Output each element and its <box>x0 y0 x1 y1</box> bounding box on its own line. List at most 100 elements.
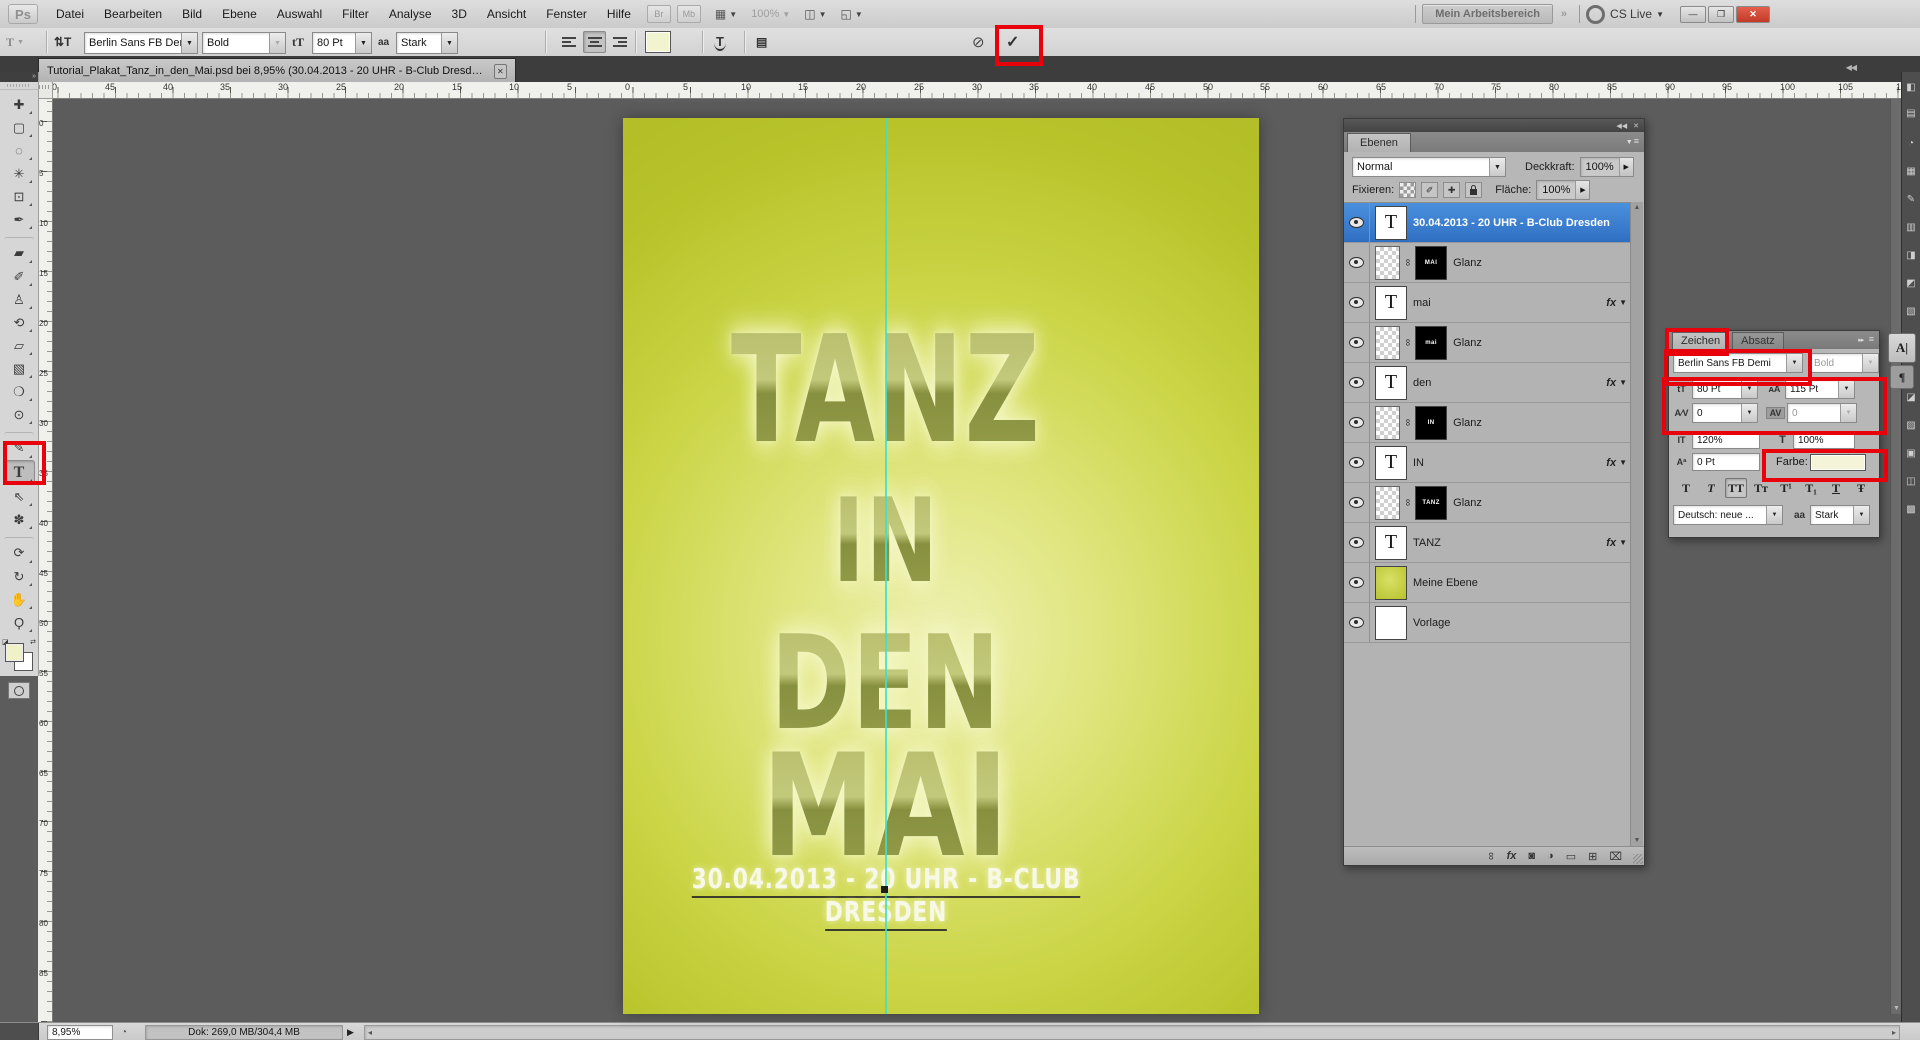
eyedropper-tool[interactable]: ✒ <box>4 208 34 231</box>
quick-mask-button[interactable] <box>8 682 30 699</box>
type-style-button[interactable]: Tᴛ <box>1750 478 1772 498</box>
scroll-left-icon[interactable]: ◂ <box>368 1028 372 1037</box>
tracking-select[interactable]: 0▼ <box>1787 403 1857 423</box>
text-orientation-button[interactable]: ⇅T <box>54 32 71 52</box>
menu-item[interactable]: Hilfe <box>597 3 641 25</box>
layer-name[interactable]: den <box>1413 377 1431 389</box>
rectangular-marquee-tool[interactable]: ▢ <box>4 116 34 139</box>
menu-item[interactable]: Datei <box>46 3 94 25</box>
toolbar-grip[interactable] <box>0 82 38 90</box>
layer-mask-thumbnail[interactable]: TANZ <box>1415 486 1447 520</box>
dodge-tool[interactable]: ⊙ <box>4 403 34 426</box>
layer-name[interactable]: mai <box>1413 297 1431 309</box>
status-zoom-field[interactable]: 8,95% <box>47 1025 113 1040</box>
eraser-tool[interactable]: ▱ <box>4 334 34 357</box>
layer-row[interactable]: T ∞ IN Glanz fx ▼ <box>1344 403 1631 443</box>
fx-expand-icon[interactable]: ▼ <box>1619 298 1627 307</box>
dock-history-icon[interactable]: ◔ <box>1904 136 1918 150</box>
layer-row[interactable]: T ∞ IN fx ▼ <box>1344 443 1631 483</box>
layer-thumbnail[interactable] <box>1375 606 1407 640</box>
dock-panel-icon-7[interactable]: ◪ <box>1904 390 1918 404</box>
ruler-origin-corner[interactable] <box>38 82 53 99</box>
type-style-button[interactable]: Ŧ <box>1850 478 1872 498</box>
type-style-button[interactable]: T <box>1700 478 1722 498</box>
dock-panel-icon-2[interactable]: ▦ <box>1904 164 1918 178</box>
layer-name[interactable]: Glanz <box>1453 337 1482 349</box>
vertical-scale-field[interactable]: 120% <box>1692 431 1760 449</box>
layer-name[interactable]: IN <box>1413 457 1424 469</box>
leading-select[interactable]: 115 Pt▼ <box>1785 379 1855 399</box>
bridge-button[interactable]: Br <box>647 5 671 23</box>
layer-row[interactable]: T ∞ mai Glanz fx ▼ <box>1344 323 1631 363</box>
dock-panel-icon-6[interactable]: ▧ <box>1904 304 1918 318</box>
warp-text-button[interactable]: T <box>714 32 726 52</box>
layer-row[interactable]: T ∞ mai fx ▼ <box>1344 283 1631 323</box>
panel-menu-icon[interactable]: ▼≡ <box>1626 136 1640 146</box>
cs-live-menu[interactable]: CS Live ▼ <box>1586 5 1664 24</box>
layer-visibility-toggle[interactable] <box>1344 443 1370 482</box>
text-anchor-point[interactable] <box>881 886 888 893</box>
char-anti-alias-select[interactable]: Stark▼ <box>1810 505 1870 525</box>
align-left-button[interactable] <box>558 31 581 53</box>
brush-tool[interactable]: ✐ <box>4 265 34 288</box>
pen-tool[interactable]: ✎ <box>4 432 34 460</box>
character-panel-dock-button[interactable]: A| <box>1888 333 1916 363</box>
swap-colors-icon[interactable]: ⇄ <box>30 638 36 646</box>
workspace-overflow-chevrons[interactable]: » <box>1561 8 1565 20</box>
layer-visibility-toggle[interactable] <box>1344 323 1370 362</box>
layer-visibility-toggle[interactable] <box>1344 403 1370 442</box>
vertical-guide[interactable] <box>885 118 887 1014</box>
scroll-down-icon[interactable]: ▼ <box>1893 1005 1900 1012</box>
layer-name[interactable]: Glanz <box>1453 257 1482 269</box>
new-group-icon[interactable]: ▭ <box>1566 850 1576 863</box>
crop-tool[interactable]: ⊡ <box>4 185 34 208</box>
menu-item[interactable]: Ebene <box>212 3 267 25</box>
delete-layer-icon[interactable]: ⌧ <box>1609 850 1622 863</box>
transparency-thumbnail[interactable] <box>1375 246 1400 280</box>
tool-preset-picker[interactable]: T ▼ <box>6 32 24 52</box>
canvas-document[interactable]: TANZ IN DEN MAI 30.04.2013 - 20 UHR - B-… <box>623 118 1259 1014</box>
layer-fx-badge[interactable]: fx <box>1606 457 1616 469</box>
text-layer-thumbnail[interactable]: T <box>1375 286 1407 320</box>
screen-mode-dropdown[interactable]: ◱▼ <box>841 7 863 21</box>
menu-item[interactable]: Fenster <box>536 3 597 25</box>
magic-wand-tool[interactable]: ✳ <box>4 162 34 185</box>
paragraph-panel-dock-button[interactable]: ¶ <box>1890 365 1914 389</box>
blend-mode-select[interactable]: Normal▼ <box>1352 157 1506 177</box>
tab-ebenen[interactable]: Ebenen <box>1347 133 1411 152</box>
document-size-info[interactable]: Dok: 269,0 MB/304,4 MB <box>145 1025 343 1040</box>
add-layer-mask-icon[interactable]: ◙ <box>1528 850 1535 862</box>
layer-row[interactable]: T ∞ TANZ fx ▼ <box>1344 523 1631 563</box>
minimize-button[interactable]: — <box>1680 6 1706 23</box>
vertical-ruler[interactable]: 0510152025303540455055606570758085 <box>38 82 53 1022</box>
gradient-tool[interactable]: ▧ <box>4 357 34 380</box>
layer-name[interactable]: 30.04.2013 - 20 UHR - B-Club Dresden <box>1413 217 1610 229</box>
layer-row[interactable]: T ∞ TANZ Glanz fx ▼ <box>1344 483 1631 523</box>
align-center-button[interactable] <box>583 31 606 53</box>
type-style-button[interactable]: T <box>1825 478 1847 498</box>
lock-transparency-icon[interactable] <box>1399 182 1416 198</box>
text-layer-thumbnail[interactable]: T <box>1375 526 1407 560</box>
view-extras-dropdown[interactable]: ▦▼ <box>715 7 737 21</box>
hand-tool[interactable]: ✋ <box>4 588 34 611</box>
cancel-edits-button[interactable]: ⊘ <box>972 32 985 52</box>
clone-stamp-tool[interactable]: ♙ <box>4 288 34 311</box>
font-style-select[interactable]: Bold▼ <box>202 32 286 54</box>
layer-fx-badge[interactable]: fx <box>1606 377 1616 389</box>
document-close-button[interactable]: ✕ <box>494 64 507 79</box>
link-layers-icon[interactable]: ∞ <box>1485 852 1497 860</box>
layers-scrollbar[interactable]: ▲ ▼ <box>1630 202 1643 846</box>
transparency-thumbnail[interactable] <box>1375 326 1400 360</box>
char-font-style-select[interactable]: Bold▼ <box>1809 353 1879 373</box>
dock-panel-icon-8[interactable]: ▨ <box>1904 418 1918 432</box>
panel-close-icon[interactable]: ✕ <box>1633 122 1639 130</box>
transparency-thumbnail[interactable] <box>1375 486 1400 520</box>
menu-item[interactable]: Filter <box>332 3 379 25</box>
layer-row[interactable]: T ∞ Vorlage fx ▼ <box>1344 603 1631 643</box>
text-layer-thumbnail[interactable]: T <box>1375 446 1407 480</box>
menu-item[interactable]: Ansicht <box>477 3 536 25</box>
foreground-color-swatch[interactable] <box>5 643 24 662</box>
layer-name[interactable]: TANZ <box>1413 537 1441 549</box>
layer-name[interactable]: Vorlage <box>1413 617 1450 629</box>
tab-absatz[interactable]: Absatz <box>1732 332 1784 349</box>
